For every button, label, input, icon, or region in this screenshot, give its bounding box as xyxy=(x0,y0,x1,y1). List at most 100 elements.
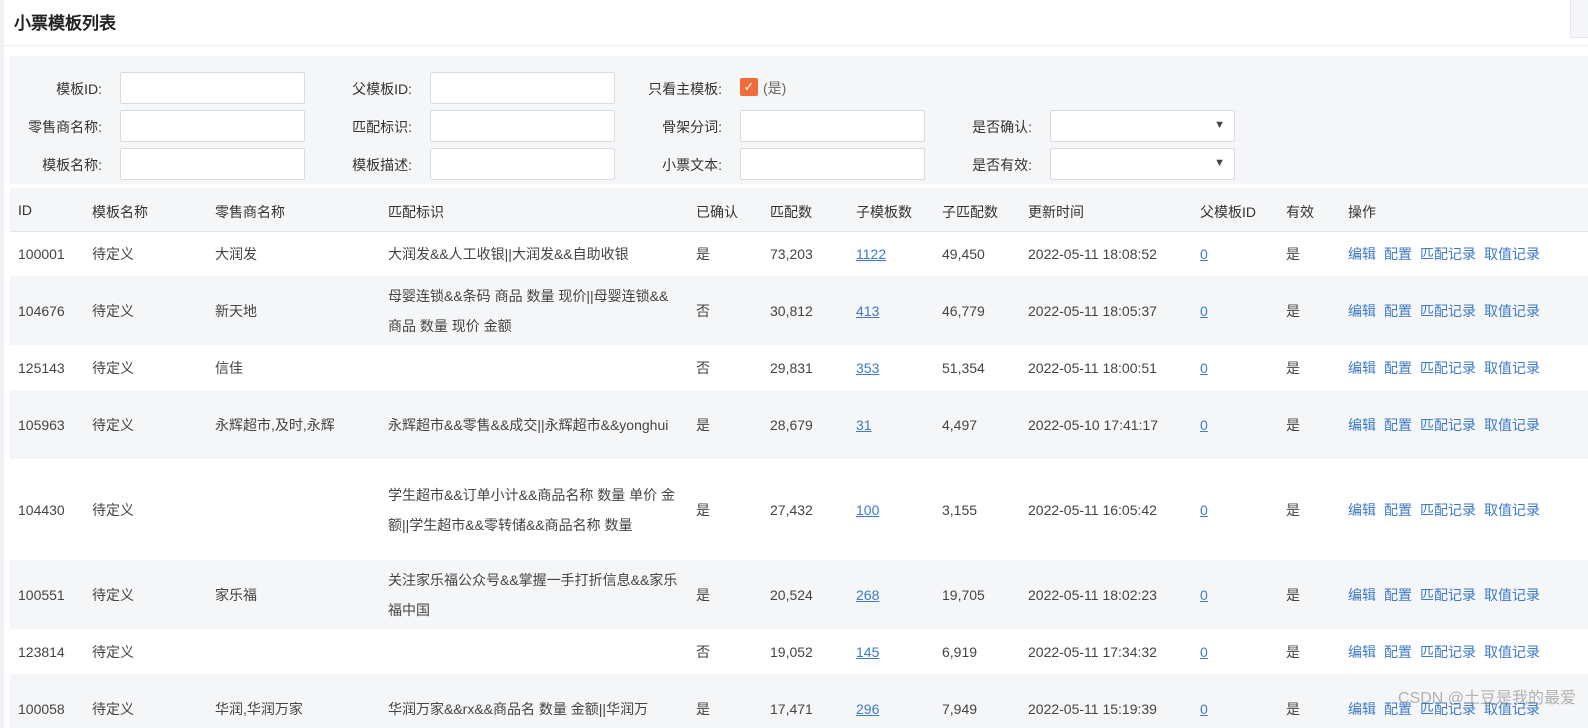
cell-match-count: 17,471 xyxy=(770,700,813,717)
cell-match-count: 30,812 xyxy=(770,302,813,319)
th-confirmed: 已确认 xyxy=(696,204,738,220)
match-record-link[interactable]: 匹配记录 xyxy=(1420,415,1476,435)
parent-id-link[interactable]: 0 xyxy=(1200,360,1208,376)
template-name-label: 模板名称: xyxy=(42,157,102,173)
only-main-checkbox[interactable]: ✓ xyxy=(740,78,758,96)
retailer-name-label: 零售商名称: xyxy=(28,119,102,135)
edit-link[interactable]: 编辑 xyxy=(1348,500,1376,520)
child-count-link[interactable]: 268 xyxy=(856,587,879,603)
valid-select[interactable]: ▼ xyxy=(1050,148,1235,180)
cell-match-flag: 学生超市&&订单小计&&商品名称 数量 单价 金额||学生超市&&零转储&&商品… xyxy=(388,486,676,533)
confirmed-select[interactable]: ▼ xyxy=(1050,110,1235,142)
cell-template-name: 待定义 xyxy=(92,359,134,376)
row-actions: 编辑 配置 匹配记录 取值记录 xyxy=(1348,232,1540,275)
config-link[interactable]: 配置 xyxy=(1384,244,1412,264)
template-name-input[interactable] xyxy=(120,148,305,180)
th-actions: 操作 xyxy=(1348,204,1376,220)
value-record-link[interactable]: 取值记录 xyxy=(1484,585,1540,605)
config-link[interactable]: 配置 xyxy=(1384,415,1412,435)
config-link[interactable]: 配置 xyxy=(1384,642,1412,662)
table-header: ID 模板名称 零售商名称 匹配标识 已确认 匹配数 子模板数 子匹配数 更新时间 父模板ID 有效… xyxy=(10,188,1588,232)
cell-match-count: 19,052 xyxy=(770,643,813,660)
cell-valid: 是 xyxy=(1286,416,1300,433)
cell-template-name: 待定义 xyxy=(92,700,134,717)
edit-link[interactable]: 编辑 xyxy=(1348,415,1376,435)
value-record-link[interactable]: 取值记录 xyxy=(1484,301,1540,321)
parent-id-link[interactable]: 0 xyxy=(1200,502,1208,518)
value-record-link[interactable]: 取值记录 xyxy=(1484,415,1540,435)
parent-id-link[interactable]: 0 xyxy=(1200,587,1208,603)
row-actions: 编辑 配置 匹配记录 取值记录 xyxy=(1348,630,1540,673)
parent-id-link[interactable]: 0 xyxy=(1200,303,1208,319)
th-template-name: 模板名称 xyxy=(92,204,148,220)
parent-id-link[interactable]: 0 xyxy=(1200,417,1208,433)
edit-link[interactable]: 编辑 xyxy=(1348,642,1376,662)
child-count-link[interactable]: 1122 xyxy=(856,246,886,262)
cell-updated: 2022-05-11 18:05:37 xyxy=(1028,302,1157,319)
match-record-link[interactable]: 匹配记录 xyxy=(1420,642,1476,662)
cell-parent-id: 0 xyxy=(1200,630,1208,673)
config-link[interactable]: 配置 xyxy=(1384,585,1412,605)
parent-id-link[interactable]: 0 xyxy=(1200,701,1208,717)
value-record-link[interactable]: 取值记录 xyxy=(1484,642,1540,662)
child-count-link[interactable]: 296 xyxy=(856,701,879,717)
cell-retailer: 新天地 xyxy=(215,302,257,319)
value-record-link[interactable]: 取值记录 xyxy=(1484,500,1540,520)
template-desc-label: 模板描述: xyxy=(352,157,412,173)
parent-template-id-input[interactable] xyxy=(430,72,615,104)
match-record-link[interactable]: 匹配记录 xyxy=(1420,244,1476,264)
cell-parent-id: 0 xyxy=(1200,560,1208,629)
retailer-name-input[interactable] xyxy=(120,110,305,142)
edit-link[interactable]: 编辑 xyxy=(1348,585,1376,605)
child-count-link[interactable]: 413 xyxy=(856,303,879,319)
config-link[interactable]: 配置 xyxy=(1384,301,1412,321)
chevron-down-icon: ▼ xyxy=(1214,157,1225,169)
child-count-link[interactable]: 100 xyxy=(856,502,879,518)
cell-retailer: 信佳 xyxy=(215,359,243,376)
cell-match-flag: 华润万家&&rx&&商品名 数量 金额||华润万 xyxy=(388,700,649,717)
cell-confirmed: 是 xyxy=(696,586,710,603)
match-record-link[interactable]: 匹配记录 xyxy=(1420,585,1476,605)
cell-retailer: 华润,华润万家 xyxy=(215,700,303,717)
panel-toggle[interactable] xyxy=(1570,0,1588,38)
template-id-input[interactable] xyxy=(120,72,305,104)
cell-id: 100058 xyxy=(18,700,65,717)
parent-id-link[interactable]: 0 xyxy=(1200,246,1208,262)
title-bar: 小票模板列表 xyxy=(4,0,1588,46)
match-record-link[interactable]: 匹配记录 xyxy=(1420,358,1476,378)
value-record-link[interactable]: 取值记录 xyxy=(1484,244,1540,264)
child-count-link[interactable]: 353 xyxy=(856,360,879,376)
parent-id-link[interactable]: 0 xyxy=(1200,644,1208,660)
cell-parent-id: 0 xyxy=(1200,346,1208,389)
edit-link[interactable]: 编辑 xyxy=(1348,358,1376,378)
cell-child-match: 51,354 xyxy=(942,359,985,376)
match-record-link[interactable]: 匹配记录 xyxy=(1420,500,1476,520)
template-desc-input[interactable] xyxy=(430,148,615,180)
cell-match-flag: 永辉超市&&零售&&成交||永辉超市&&yonghui xyxy=(388,416,669,433)
child-count-link[interactable]: 31 xyxy=(856,417,872,433)
config-link[interactable]: 配置 xyxy=(1384,500,1412,520)
cell-confirmed: 是 xyxy=(696,700,710,717)
table-row: 105963 待定义 永辉超市,及时,永辉 永辉超市&&零售&&成交||永辉超市&&y… xyxy=(10,390,1588,460)
template-table: ID 模板名称 零售商名称 匹配标识 已确认 匹配数 子模板数 子匹配数 更新时间 父模板ID 有效… xyxy=(10,188,1588,728)
receipt-text-input[interactable] xyxy=(740,148,925,180)
left-strip xyxy=(0,0,4,728)
th-id: ID xyxy=(18,202,32,218)
config-link[interactable]: 配置 xyxy=(1384,358,1412,378)
table-row: 100551 待定义 家乐福 关注家乐福公众号&&掌握一手打折信息&&家乐福中国 是 20… xyxy=(10,560,1588,630)
value-record-link[interactable]: 取值记录 xyxy=(1484,358,1540,378)
edit-link[interactable]: 编辑 xyxy=(1348,244,1376,264)
match-record-link[interactable]: 匹配记录 xyxy=(1420,301,1476,321)
skeleton-words-input[interactable] xyxy=(740,110,925,142)
cell-child-count: 31 xyxy=(856,390,872,459)
edit-link[interactable]: 编辑 xyxy=(1348,301,1376,321)
match-flag-input[interactable] xyxy=(430,110,615,142)
edit-link[interactable]: 编辑 xyxy=(1348,699,1376,719)
th-child-match: 子匹配数 xyxy=(942,204,998,220)
cell-child-match: 3,155 xyxy=(942,501,978,518)
match-flag-label: 匹配标识: xyxy=(352,119,412,135)
child-count-link[interactable]: 145 xyxy=(856,644,879,660)
cell-confirmed: 是 xyxy=(696,501,710,518)
cell-valid: 是 xyxy=(1286,501,1300,518)
cell-match-flag: 大润发&&人工收银||大润发&&自助收银 xyxy=(388,245,629,262)
